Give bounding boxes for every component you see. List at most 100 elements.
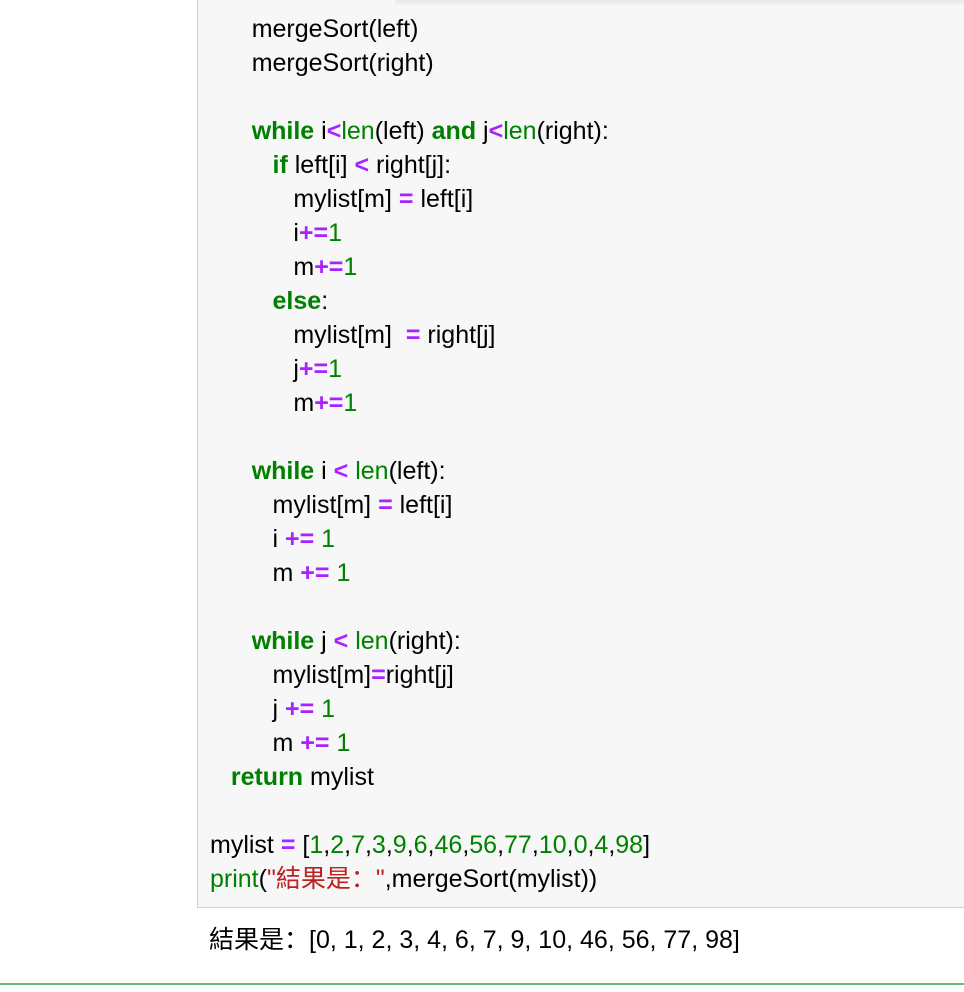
code-token: , bbox=[406, 831, 414, 859]
code-token: 1 bbox=[328, 219, 343, 247]
code-line: while i<len(left) and j<len(right): bbox=[210, 114, 650, 148]
code-token: , bbox=[497, 831, 505, 859]
code-token: += bbox=[314, 389, 344, 417]
code-line: j += 1 bbox=[210, 692, 650, 726]
code-line: mylist[m] = right[j] bbox=[210, 318, 650, 352]
code-line: while i < len(left): bbox=[210, 454, 650, 488]
code-token: m bbox=[272, 729, 301, 757]
code-token: right[j]: bbox=[369, 151, 452, 179]
code-token: 1 bbox=[343, 389, 358, 417]
code-token: 6 bbox=[413, 831, 428, 859]
code-token: 77 bbox=[504, 831, 532, 859]
code-token: and bbox=[431, 117, 477, 145]
code-token: right[j] bbox=[385, 661, 454, 689]
code-token: 0 bbox=[573, 831, 588, 859]
code-token: 3 bbox=[371, 831, 386, 859]
code-token: m bbox=[272, 559, 301, 587]
code-editor[interactable]: mergeSort(left) mergeSort(right) while i… bbox=[210, 12, 650, 896]
code-token: , bbox=[566, 831, 574, 859]
code-token: m bbox=[293, 389, 315, 417]
code-token: mergeSort(left) bbox=[251, 15, 419, 43]
code-line: if left[i] < right[j]: bbox=[210, 148, 650, 182]
code-token: mylist[m] bbox=[272, 661, 372, 689]
code-token: len bbox=[503, 117, 537, 145]
code-token: += bbox=[285, 525, 315, 553]
code-token: += bbox=[298, 219, 329, 247]
code-token: 10 bbox=[538, 831, 567, 859]
code-token: i bbox=[314, 117, 327, 145]
code-token: = bbox=[405, 321, 421, 349]
code-token: while bbox=[251, 627, 315, 655]
scroll-shadow bbox=[395, 0, 964, 6]
code-token: j bbox=[476, 117, 489, 145]
code-token: while bbox=[251, 457, 315, 485]
code-token: return bbox=[230, 763, 304, 791]
code-token: < bbox=[354, 151, 370, 179]
code-token: = bbox=[398, 185, 414, 213]
code-line: while j < len(right): bbox=[210, 624, 650, 658]
code-line: mylist[m]=right[j] bbox=[210, 658, 650, 692]
code-token: m bbox=[293, 253, 315, 281]
code-line: m+=1 bbox=[210, 250, 650, 284]
cell-output: 結果是：[0, 1, 2, 3, 4, 6, 7, 9, 10, 46, 56,… bbox=[209, 926, 740, 954]
code-token: len bbox=[355, 627, 389, 655]
code-token: 1 bbox=[321, 525, 336, 553]
code-token: += bbox=[298, 355, 329, 383]
code-cell-input[interactable]: mergeSort(left) mergeSort(right) while i… bbox=[197, 0, 964, 908]
code-token: mergeSort(right) bbox=[251, 49, 434, 77]
code-token: (right): bbox=[388, 627, 461, 655]
code-token: 98 bbox=[615, 831, 644, 859]
code-line: mylist = [1,2,7,3,9,6,46,56,77,10,0,4,98… bbox=[210, 828, 650, 862]
code-token: 46 bbox=[434, 831, 463, 859]
code-token: , bbox=[531, 831, 539, 859]
code-token: < bbox=[333, 457, 349, 485]
code-token: 1 bbox=[309, 831, 324, 859]
code-token: len bbox=[341, 117, 375, 145]
code-line: mylist[m] = left[i] bbox=[210, 182, 650, 216]
code-token: 1 bbox=[336, 559, 351, 587]
code-token: mylist bbox=[303, 763, 374, 791]
code-line: mergeSort(right) bbox=[210, 46, 650, 80]
code-token: left[i] bbox=[287, 151, 355, 179]
code-token: if bbox=[272, 151, 288, 179]
code-line: j+=1 bbox=[210, 352, 650, 386]
code-token: i bbox=[314, 457, 334, 485]
code-token: mylist[m] bbox=[293, 185, 399, 213]
code-token: 7 bbox=[351, 831, 365, 859]
code-token: j bbox=[272, 695, 286, 723]
code-token: i bbox=[272, 525, 286, 553]
code-token: += bbox=[300, 559, 330, 587]
code-token: ,mergeSort(mylist)) bbox=[384, 865, 598, 893]
code-line: return mylist bbox=[210, 760, 650, 794]
code-line: mergeSort(left) bbox=[210, 12, 650, 46]
code-line: else: bbox=[210, 284, 650, 318]
code-token: 1 bbox=[328, 355, 343, 383]
code-token: 4 bbox=[594, 831, 609, 859]
code-token: mylist[m] bbox=[293, 321, 406, 349]
code-token: : bbox=[321, 287, 329, 315]
code-token: , bbox=[364, 831, 372, 859]
code-line: i += 1 bbox=[210, 522, 650, 556]
code-token: = bbox=[371, 661, 386, 689]
code-token: "結果是：" bbox=[266, 865, 385, 893]
